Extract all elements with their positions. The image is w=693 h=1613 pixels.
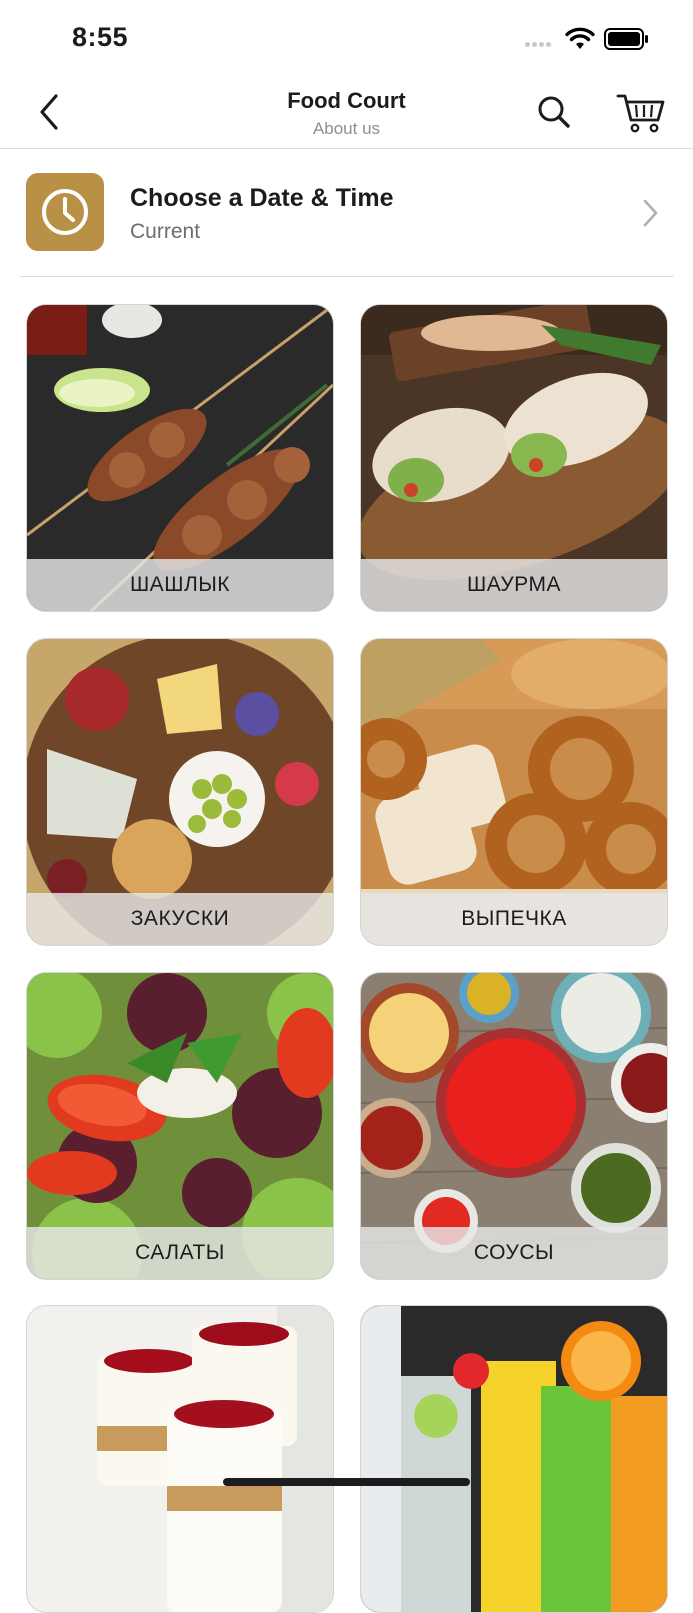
category-card-vypechka[interactable]: ВЫПЕЧКА xyxy=(360,638,668,946)
category-label: СОУСЫ xyxy=(361,1227,667,1279)
clock-icon xyxy=(42,189,88,235)
date-time-title: Choose a Date & Time xyxy=(130,184,394,212)
category-label: ШАУРМА xyxy=(361,559,667,611)
about-us-link[interactable]: About us xyxy=(0,119,693,139)
home-indicator[interactable] xyxy=(223,1478,470,1486)
category-label: ВЫПЕЧКА xyxy=(361,893,667,945)
battery-icon xyxy=(604,28,648,50)
category-label: ШАШЛЫК xyxy=(27,559,333,611)
fruit-drinks-image xyxy=(361,1306,667,1612)
category-label: САЛАТЫ xyxy=(27,1227,333,1279)
status-time: 8:55 xyxy=(72,22,129,52)
category-card-desserts[interactable] xyxy=(26,1305,334,1613)
category-card-shaurma[interactable]: ШАУРМА xyxy=(360,304,668,612)
category-card-sousy[interactable]: СОУСЫ xyxy=(360,972,668,1280)
category-card-salaty[interactable]: САЛАТЫ xyxy=(26,972,334,1280)
page-title: Food Court xyxy=(287,88,406,113)
status-bar: 8:55 xyxy=(0,0,693,80)
category-card-shashlik[interactable]: ШАШЛЫК xyxy=(26,304,334,612)
date-time-value: Current xyxy=(130,220,201,243)
category-label: ЗАКУСКИ xyxy=(27,893,333,945)
clock-tile xyxy=(26,173,104,251)
wifi-icon xyxy=(565,27,595,49)
search-icon[interactable] xyxy=(532,90,576,134)
category-card-zakuski[interactable]: ЗАКУСКИ xyxy=(26,638,334,946)
chevron-right-icon xyxy=(643,199,658,227)
cellular-signal-icon xyxy=(525,42,557,48)
date-time-picker-row[interactable]: Choose a Date & Time Current xyxy=(20,160,674,277)
nav-bar: Food Court About us xyxy=(0,80,693,149)
cherry-desserts-image xyxy=(27,1306,333,1612)
cart-icon[interactable] xyxy=(614,88,668,136)
category-card-drinks[interactable] xyxy=(360,1305,668,1613)
